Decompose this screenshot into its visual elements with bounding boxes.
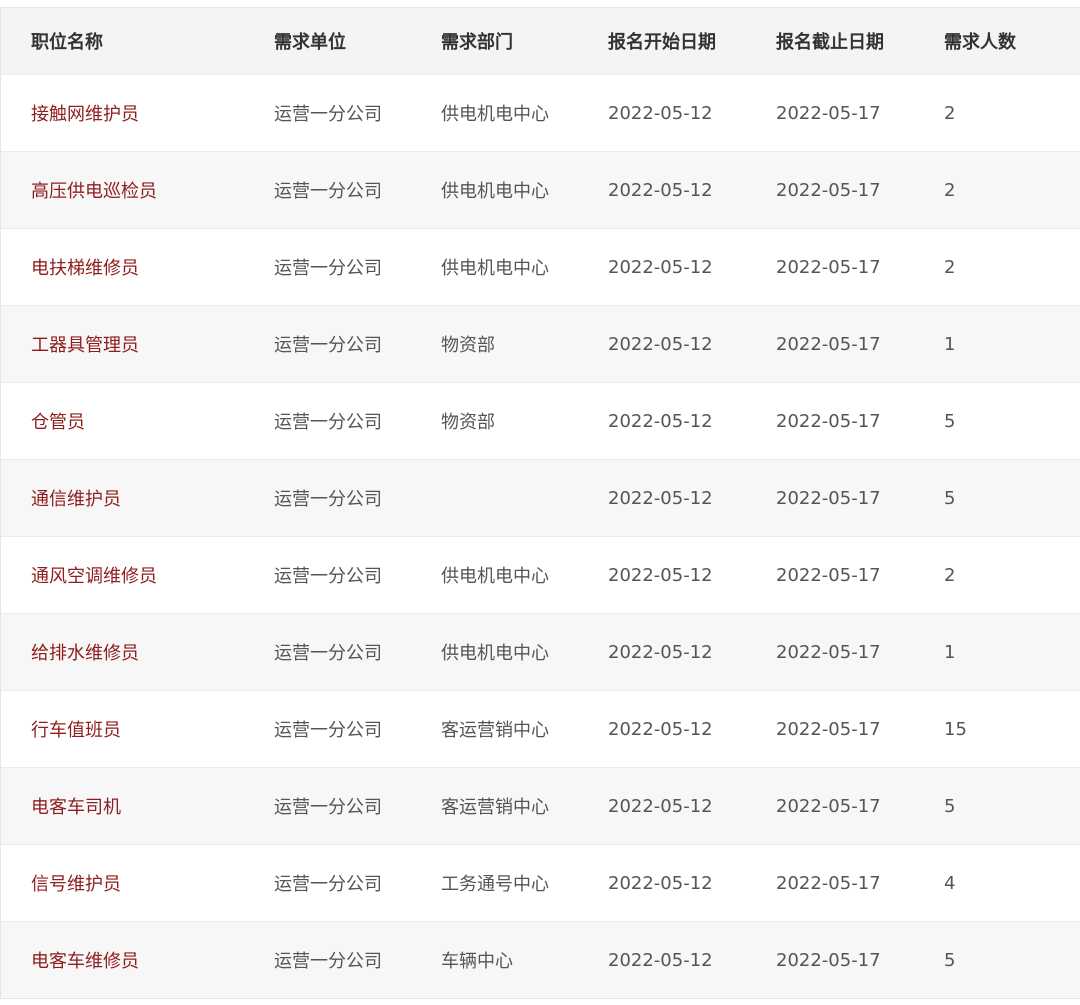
cell-unit: 运营一分公司 xyxy=(274,258,382,279)
header-count: 需求人数 xyxy=(944,32,1016,53)
cell-start-date: 2022-05-12 xyxy=(608,795,713,817)
cell-start-date: 2022-05-12 xyxy=(608,487,713,509)
cell-count: 5 xyxy=(944,795,956,817)
cell-department: 车辆中心 xyxy=(441,951,513,972)
cell-end-date: 2022-05-17 xyxy=(776,949,881,971)
cell-department: 物资部 xyxy=(441,412,495,433)
table-row: 电客车维修员 运营一分公司 车辆中心 2022-05-12 2022-05-17 5 xyxy=(1,921,1080,998)
cell-count: 2 xyxy=(944,179,956,201)
header-position: 职位名称 xyxy=(31,32,103,53)
cell-end-date: 2022-05-17 xyxy=(776,718,881,740)
cell-start-date: 2022-05-12 xyxy=(608,949,713,971)
table-row: 通信维护员 运营一分公司 2022-05-12 2022-05-17 5 xyxy=(1,459,1080,536)
cell-count: 2 xyxy=(944,102,956,124)
table-row: 通风空调维修员 运营一分公司 供电机电中心 2022-05-12 2022-05-17 2 xyxy=(1,536,1080,613)
cell-start-date: 2022-05-12 xyxy=(608,102,713,124)
cell-end-date: 2022-05-17 xyxy=(776,795,881,817)
table-row: 电扶梯维修员 运营一分公司 供电机电中心 2022-05-12 2022-05-17 2 xyxy=(1,228,1080,305)
cell-start-date: 2022-05-12 xyxy=(608,872,713,894)
cell-position: 高压供电巡检员 xyxy=(31,181,157,202)
cell-end-date: 2022-05-17 xyxy=(776,641,881,663)
header-start-date: 报名开始日期 xyxy=(608,32,716,53)
cell-unit: 运营一分公司 xyxy=(274,181,382,202)
cell-department: 客运营销中心 xyxy=(441,720,549,741)
cell-position: 给排水维修员 xyxy=(31,643,139,664)
cell-position: 电客车维修员 xyxy=(31,951,139,972)
cell-end-date: 2022-05-17 xyxy=(776,256,881,278)
table-row: 仓管员 运营一分公司 物资部 2022-05-12 2022-05-17 5 xyxy=(1,382,1080,459)
cell-end-date: 2022-05-17 xyxy=(776,410,881,432)
cell-start-date: 2022-05-12 xyxy=(608,333,713,355)
cell-position: 通信维护员 xyxy=(31,489,121,510)
cell-count: 2 xyxy=(944,256,956,278)
cell-department: 供电机电中心 xyxy=(441,104,549,125)
cell-position: 接触网维护员 xyxy=(31,104,139,125)
header-unit: 需求单位 xyxy=(274,32,346,53)
cell-start-date: 2022-05-12 xyxy=(608,256,713,278)
cell-department: 供电机电中心 xyxy=(441,181,549,202)
job-table: 职位名称 需求单位 需求部门 报名开始日期 报名截止日期 需求人数 接触网维护员… xyxy=(0,7,1080,999)
cell-department: 客运营销中心 xyxy=(441,797,549,818)
cell-unit: 运营一分公司 xyxy=(274,566,382,587)
cell-department: 物资部 xyxy=(441,335,495,356)
table-row: 工器具管理员 运营一分公司 物资部 2022-05-12 2022-05-17 1 xyxy=(1,305,1080,382)
cell-end-date: 2022-05-17 xyxy=(776,872,881,894)
table-row: 接触网维护员 运营一分公司 供电机电中心 2022-05-12 2022-05-17 2 xyxy=(1,74,1080,151)
cell-unit: 运营一分公司 xyxy=(274,412,382,433)
cell-position: 仓管员 xyxy=(31,412,85,433)
cell-count: 2 xyxy=(944,564,956,586)
cell-department: 供电机电中心 xyxy=(441,258,549,279)
cell-unit: 运营一分公司 xyxy=(274,643,382,664)
cell-end-date: 2022-05-17 xyxy=(776,179,881,201)
cell-count: 5 xyxy=(944,487,956,509)
cell-count: 4 xyxy=(944,872,956,894)
cell-unit: 运营一分公司 xyxy=(274,951,382,972)
cell-department: 供电机电中心 xyxy=(441,566,549,587)
cell-start-date: 2022-05-12 xyxy=(608,564,713,586)
cell-department: 供电机电中心 xyxy=(441,643,549,664)
cell-position: 信号维护员 xyxy=(31,874,121,895)
cell-count: 1 xyxy=(944,333,956,355)
cell-end-date: 2022-05-17 xyxy=(776,487,881,509)
cell-start-date: 2022-05-12 xyxy=(608,410,713,432)
cell-unit: 运营一分公司 xyxy=(274,874,382,895)
cell-position: 电扶梯维修员 xyxy=(31,258,139,279)
cell-count: 15 xyxy=(944,718,967,740)
table-row: 给排水维修员 运营一分公司 供电机电中心 2022-05-12 2022-05-17 1 xyxy=(1,613,1080,690)
cell-start-date: 2022-05-12 xyxy=(608,641,713,663)
cell-department: 工务通号中心 xyxy=(441,874,549,895)
cell-count: 5 xyxy=(944,410,956,432)
cell-unit: 运营一分公司 xyxy=(274,797,382,818)
table-body: 接触网维护员 运营一分公司 供电机电中心 2022-05-12 2022-05-17 2 高… xyxy=(1,74,1080,998)
table-header: 职位名称 需求单位 需求部门 报名开始日期 报名截止日期 需求人数 xyxy=(1,8,1080,74)
cell-start-date: 2022-05-12 xyxy=(608,718,713,740)
cell-end-date: 2022-05-17 xyxy=(776,333,881,355)
cell-end-date: 2022-05-17 xyxy=(776,102,881,124)
cell-count: 1 xyxy=(944,641,956,663)
header-department: 需求部门 xyxy=(441,32,513,53)
cell-count: 5 xyxy=(944,949,956,971)
cell-position: 工器具管理员 xyxy=(31,335,139,356)
cell-unit: 运营一分公司 xyxy=(274,104,382,125)
cell-end-date: 2022-05-17 xyxy=(776,564,881,586)
cell-position: 电客车司机 xyxy=(31,797,121,818)
cell-unit: 运营一分公司 xyxy=(274,489,382,510)
cell-position: 通风空调维修员 xyxy=(31,566,157,587)
table-row: 行车值班员 运营一分公司 客运营销中心 2022-05-12 2022-05-17 15 xyxy=(1,690,1080,767)
cell-unit: 运营一分公司 xyxy=(274,720,382,741)
cell-unit: 运营一分公司 xyxy=(274,335,382,356)
table-row: 信号维护员 运营一分公司 工务通号中心 2022-05-12 2022-05-17 4 xyxy=(1,844,1080,921)
cell-position: 行车值班员 xyxy=(31,720,121,741)
cell-start-date: 2022-05-12 xyxy=(608,179,713,201)
table-row: 电客车司机 运营一分公司 客运营销中心 2022-05-12 2022-05-17 5 xyxy=(1,767,1080,844)
header-end-date: 报名截止日期 xyxy=(776,32,884,53)
table-row: 高压供电巡检员 运营一分公司 供电机电中心 2022-05-12 2022-05-17 2 xyxy=(1,151,1080,228)
